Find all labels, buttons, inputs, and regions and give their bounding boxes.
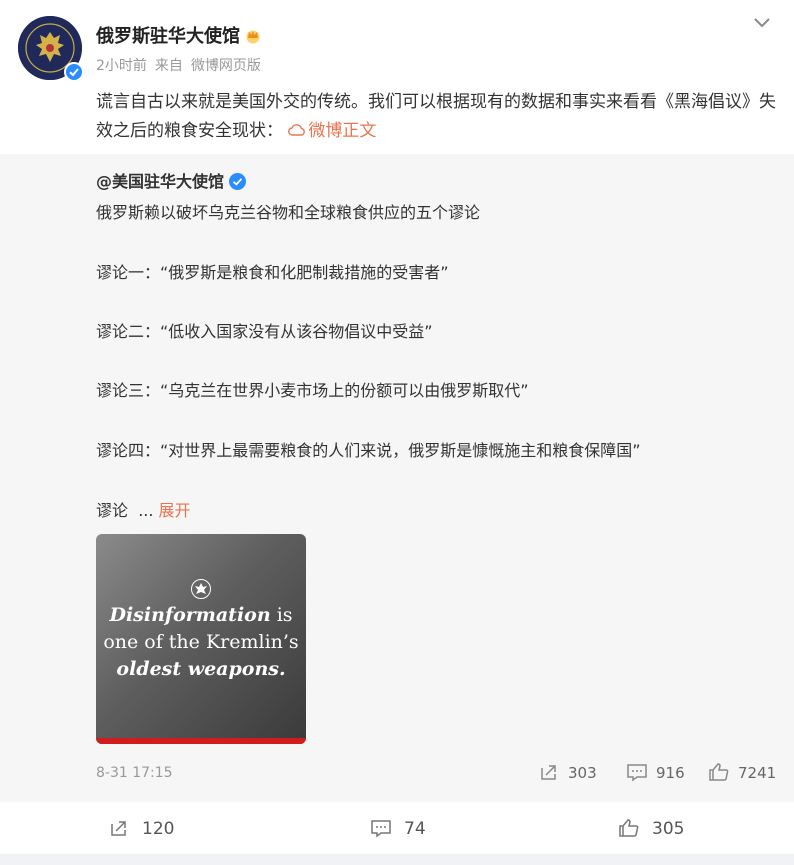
post-time[interactable]: 2小时前 — [96, 58, 147, 74]
share-button[interactable]: 120 — [108, 818, 174, 839]
reposted-content: @美国驻华大使馆 俄罗斯赖以破坏乌克兰谷物和全球粮食供应的五个谬论 谬论一：“俄… — [0, 154, 794, 802]
repost-comment-button[interactable]: 916 — [626, 762, 685, 782]
repost-line: 俄罗斯赖以破坏乌克兰谷物和全球粮食供应的五个谬论 — [96, 203, 481, 222]
expand-link[interactable]: 展开 — [159, 501, 191, 520]
share-icon — [111, 821, 126, 836]
cloud-link-icon — [288, 124, 306, 136]
repost-date[interactable]: 8-31 17:15 — [96, 765, 173, 781]
image-caption-emphasis: Disinformation — [109, 604, 271, 626]
repost-like-button[interactable]: 7241 — [708, 762, 776, 782]
source-prefix: 来自 — [154, 58, 183, 74]
comment-icon — [371, 820, 391, 838]
weibo-article-link-text[interactable]: 微博正文 — [308, 121, 376, 141]
post-footer: 120 74 305 — [0, 802, 794, 854]
divider — [0, 854, 794, 865]
chevron-down-icon[interactable] — [750, 10, 774, 34]
comment-icon — [627, 764, 647, 782]
image-caption-emphasis: oldest weapons. — [116, 658, 286, 680]
repost-comment-count: 916 — [656, 764, 685, 782]
post-image[interactable]: Disinformation is one of the Kremlin’s o… — [96, 534, 306, 744]
repost-share-count: 303 — [568, 764, 597, 782]
image-caption: Disinformation is one of the Kremlin’s o… — [96, 602, 306, 683]
share-icon — [541, 765, 556, 780]
image-caption-text: is — [270, 604, 293, 626]
crown-icon — [246, 30, 260, 44]
image-caption-text: one of the Kremlin’s — [103, 631, 299, 653]
truncated-text: 谬论 — [96, 501, 129, 520]
verified-badge — [64, 62, 84, 82]
verified-badge — [229, 173, 247, 190]
ellipsis: ... — [138, 501, 154, 520]
comment-button[interactable]: 74 — [370, 818, 426, 839]
us-eagle-seal-icon — [191, 579, 211, 599]
repost-share-button[interactable]: 303 — [538, 762, 597, 782]
like-count: 305 — [652, 819, 685, 839]
comment-count: 74 — [404, 819, 426, 839]
check-icon — [69, 68, 79, 77]
share-count: 120 — [142, 819, 175, 839]
author-name-text[interactable]: 俄罗斯驻华大使馆 — [96, 26, 240, 47]
repost-author[interactable]: @美国驻华大使馆 — [96, 168, 247, 192]
author-name[interactable]: 俄罗斯驻华大使馆 — [96, 22, 262, 48]
check-icon — [232, 178, 243, 186]
repost-line: 谬论二：“低收入国家没有从该谷物倡议中受益” — [96, 322, 433, 341]
repost-line: 谬论三：“乌克兰在世界小麦市场上的份额可以由俄罗斯取代” — [96, 381, 529, 400]
source-name[interactable]: 微博网页版 — [191, 58, 261, 74]
repost-truncated-line: 谬论 ... 展开 — [96, 497, 191, 521]
thumbs-up-icon — [709, 763, 729, 781]
post-body: 谎言自古以来就是美国外交的传统。我们可以根据现有的数据和事实来看看《黑海倡议》失… — [96, 92, 776, 141]
repost-like-count: 7241 — [738, 764, 777, 782]
repost-line: 谬论四：“对世界上最需要粮食的人们来说，俄罗斯是慷慨施主和粮食保障国” — [96, 441, 641, 460]
repost-author-text[interactable]: @美国驻华大使馆 — [96, 172, 224, 191]
weibo-article-link[interactable]: 微博正文 — [288, 121, 376, 141]
post-meta: 2小时前 来自 微博网页版 — [96, 55, 269, 75]
repost-line: 谬论一：“俄罗斯是粮食和化肥制裁措施的受害者” — [96, 263, 449, 282]
like-button[interactable]: 305 — [618, 818, 684, 839]
post-text: 谎言自古以来就是美国外交的传统。我们可以根据现有的数据和事实来看看《黑海倡议》失… — [96, 88, 776, 146]
image-red-bar — [96, 738, 306, 744]
thumbs-up-icon — [619, 819, 639, 837]
